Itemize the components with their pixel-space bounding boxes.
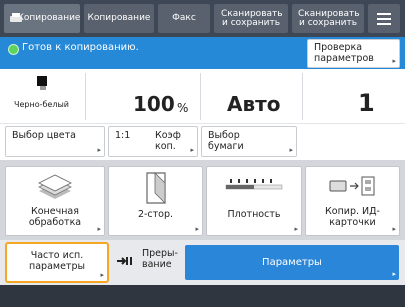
options-button[interactable]: Параметры ▸ bbox=[185, 245, 399, 280]
divider bbox=[85, 73, 86, 120]
copy-ratio-button[interactable]: 1:1 Коэф коп. ▸ bbox=[108, 126, 198, 157]
tab-scan-save-1[interactable]: Сканировать и сохранить bbox=[214, 4, 288, 33]
corner-arrow-icon: ▸ bbox=[195, 225, 199, 233]
corner-arrow-icon: ▸ bbox=[392, 225, 396, 233]
bw-swatch-shadow bbox=[40, 86, 46, 90]
corner-arrow-icon: ▸ bbox=[294, 225, 298, 233]
divider bbox=[302, 73, 303, 120]
tab-copy[interactable]: Копирование bbox=[4, 4, 80, 33]
paper-value: Авто bbox=[227, 92, 281, 116]
color-mode-label: Черно-белый bbox=[14, 100, 69, 109]
divider bbox=[200, 73, 201, 120]
tab-scan-save-2[interactable]: Сканировать и сохранить bbox=[292, 4, 364, 33]
corner-arrow-icon: ▸ bbox=[392, 270, 396, 278]
color-select-button[interactable]: Выбор цвета ▸ bbox=[5, 126, 105, 157]
status-message: Готов к копированию. bbox=[22, 42, 139, 53]
zoom-unit: % bbox=[177, 101, 189, 115]
finishing-button[interactable]: Конечная обработка ▸ bbox=[5, 166, 105, 236]
bw-swatch-icon bbox=[37, 76, 47, 86]
copies-count: 1 bbox=[358, 89, 375, 117]
corner-arrow-icon: ▸ bbox=[289, 145, 293, 154]
id-card-copy-button[interactable]: Копир. ИД-карточки ▸ bbox=[305, 166, 400, 236]
hamburger-icon bbox=[377, 12, 391, 25]
corner-arrow-icon: ▸ bbox=[97, 225, 101, 233]
id-card-icon bbox=[329, 176, 374, 196]
duplex-page-icon bbox=[145, 172, 166, 204]
finishing-stack-icon bbox=[38, 174, 72, 199]
corner-arrow-icon: ▸ bbox=[100, 270, 104, 279]
duplex-button[interactable]: 2-стор. ▸ bbox=[108, 166, 203, 236]
tab-fax[interactable]: Факс bbox=[158, 4, 210, 33]
corner-arrow-icon: ▸ bbox=[97, 145, 101, 154]
corner-arrow-icon: ▸ bbox=[392, 56, 396, 65]
info-row bbox=[0, 69, 405, 124]
zoom-value: 100 bbox=[133, 92, 175, 116]
paper-select-button[interactable]: Выбор бумаги ▸ bbox=[201, 126, 297, 157]
interrupt-icon[interactable] bbox=[115, 250, 137, 272]
tab-copy-2[interactable]: Копирование bbox=[84, 4, 154, 33]
copy-icon bbox=[10, 13, 22, 22]
density-slider-icon bbox=[225, 179, 283, 190]
ready-indicator-icon bbox=[8, 44, 19, 55]
density-button[interactable]: Плотность ▸ bbox=[206, 166, 302, 236]
interrupt-button[interactable]: Преры-вание bbox=[142, 248, 182, 271]
menu-button[interactable] bbox=[368, 4, 400, 33]
corner-arrow-icon: ▸ bbox=[190, 145, 194, 154]
footer-bar bbox=[0, 285, 405, 307]
check-settings-button[interactable]: Проверка параметров ▸ bbox=[307, 39, 400, 68]
favorite-settings-button[interactable]: Часто исп. параметры ▸ bbox=[5, 242, 109, 283]
